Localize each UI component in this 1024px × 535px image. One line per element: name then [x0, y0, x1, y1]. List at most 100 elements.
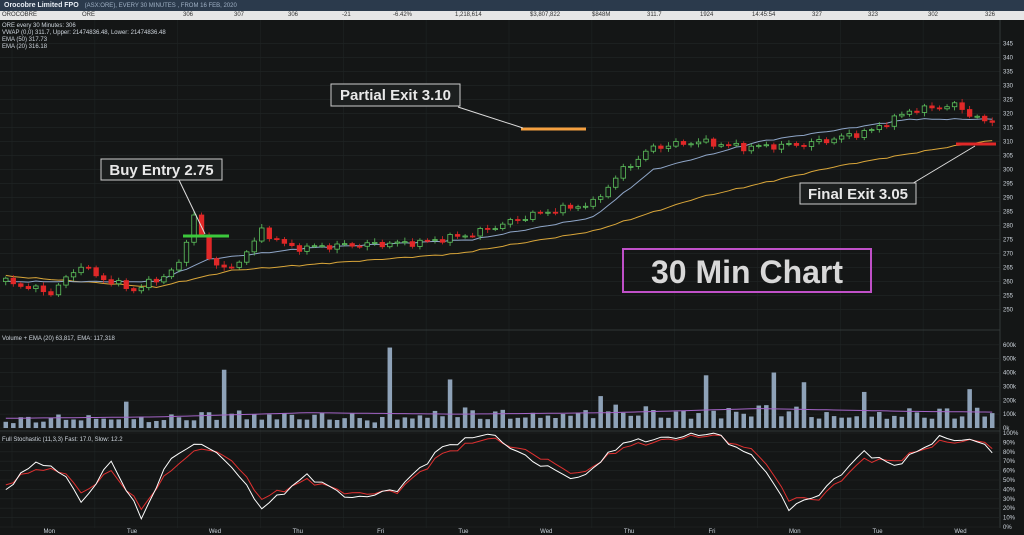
stochastic-tick-label: 90% — [1003, 440, 1016, 446]
volume-bar — [161, 420, 167, 428]
candle-up — [522, 219, 529, 221]
candle-up — [394, 241, 400, 244]
price-tick-label: 280 — [1003, 224, 1014, 230]
candle-up — [334, 243, 340, 250]
volume-bar — [244, 419, 249, 428]
candle-up — [78, 266, 84, 274]
candle-up — [236, 261, 242, 268]
quote-bar: OROCOBRE ORE 306 307 306 -21 -6.42% 1,218,614 $3… — [0, 11, 1024, 20]
volume-bar — [56, 414, 61, 428]
volume-bar — [952, 418, 957, 428]
candle-up — [786, 143, 792, 145]
candle-up — [635, 158, 641, 167]
stochastic-tick-label: 40% — [1003, 487, 1016, 493]
volume-bar — [184, 420, 189, 428]
volume-bar — [523, 417, 528, 428]
candle-up — [63, 276, 69, 286]
candle-down — [10, 277, 16, 285]
candle-down — [379, 241, 385, 248]
price-tick-label: 270 — [1003, 252, 1014, 258]
volume-bar — [319, 412, 325, 428]
stochastic-tick-label: 70% — [1003, 459, 1016, 465]
candle-up — [838, 135, 845, 140]
volume-bar — [259, 419, 265, 428]
volume-bar — [402, 417, 408, 428]
volume-bar — [146, 422, 152, 428]
x-tick-label: Wed — [540, 529, 552, 535]
candle-up — [341, 243, 348, 246]
stochastic-tick-label: 100% — [1003, 431, 1019, 437]
volume-bar — [304, 419, 310, 428]
candle-up — [311, 245, 318, 248]
volume-bar — [718, 418, 724, 428]
volume-bar — [794, 406, 799, 428]
candle-down — [959, 102, 965, 110]
candle-down — [801, 144, 807, 147]
volume-bar — [425, 417, 430, 428]
volume-tick-label: 300k — [1003, 384, 1017, 390]
volume-bar — [568, 415, 573, 428]
volume-bar — [274, 419, 280, 428]
chart-subtitle: (ASX:ORE), EVERY 30 MINUTES , FROM 16 FE… — [84, 3, 237, 9]
legend-line-3: EMA (50) 317.73 — [2, 37, 48, 43]
candle-down — [281, 239, 288, 244]
candle-up — [665, 145, 672, 149]
candle-down — [101, 275, 107, 281]
volume-bar — [538, 417, 543, 428]
stochastic-legend: Full Stochastic (11,3,3) Fast: 17.0, Slo… — [2, 437, 123, 443]
volume-bar — [530, 412, 536, 428]
candle-up — [891, 115, 898, 127]
candle-up — [899, 113, 905, 117]
quote-cell: 311.7 — [647, 12, 662, 18]
volume-bar — [372, 422, 378, 428]
volume-bar — [869, 416, 875, 428]
candle-down — [229, 266, 235, 269]
x-tick-label: Thu — [293, 529, 303, 535]
volume-bar — [545, 415, 551, 428]
candle-down — [680, 141, 687, 145]
candle-up — [695, 141, 702, 145]
volume-tick-label: 500k — [1003, 357, 1017, 363]
volume-bar — [417, 415, 423, 428]
x-tick-label: Mon — [789, 529, 801, 535]
volume-bar — [914, 412, 920, 428]
volume-bar — [508, 418, 513, 428]
candle-down — [741, 142, 747, 152]
candle-up — [138, 287, 144, 292]
volume-bar — [613, 404, 618, 428]
quote-cell: $848M — [592, 12, 611, 18]
volume-bar — [191, 420, 197, 428]
price-tick-label: 265 — [1003, 266, 1014, 272]
volume-tick-label: 400k — [1003, 371, 1017, 377]
volume-bar — [696, 413, 701, 428]
candle-up — [921, 105, 928, 113]
volume-bar — [989, 413, 995, 428]
volume-bar — [380, 416, 385, 428]
volume-bar — [199, 412, 204, 428]
candle-up — [161, 276, 167, 283]
volume-bar — [206, 412, 212, 428]
candle-up — [876, 125, 882, 131]
candle-down — [658, 145, 664, 149]
price-tick-label: 290 — [1003, 196, 1014, 202]
quote-cell: 306 — [288, 12, 299, 18]
quote-cell: 302 — [928, 12, 939, 18]
quote-cell: -21 — [342, 12, 351, 18]
volume-bar — [877, 412, 882, 428]
price-tick-label: 255 — [1003, 294, 1014, 300]
price-tick-label: 285 — [1003, 210, 1014, 216]
volume-bar — [342, 418, 347, 428]
volume-bar — [41, 421, 46, 428]
candle-up — [756, 145, 762, 147]
candle-down — [424, 239, 431, 242]
volume-tick-label: 100k — [1003, 412, 1017, 418]
stochastic-tick-label: 30% — [1003, 497, 1016, 503]
candle-down — [85, 266, 92, 269]
volume-bar — [779, 416, 784, 428]
volume-bar — [922, 417, 927, 428]
volume-bar — [470, 410, 475, 428]
volume-bar — [252, 414, 257, 428]
volume-bar — [575, 412, 581, 428]
volume-bar — [839, 417, 844, 428]
candle-up — [507, 219, 513, 225]
